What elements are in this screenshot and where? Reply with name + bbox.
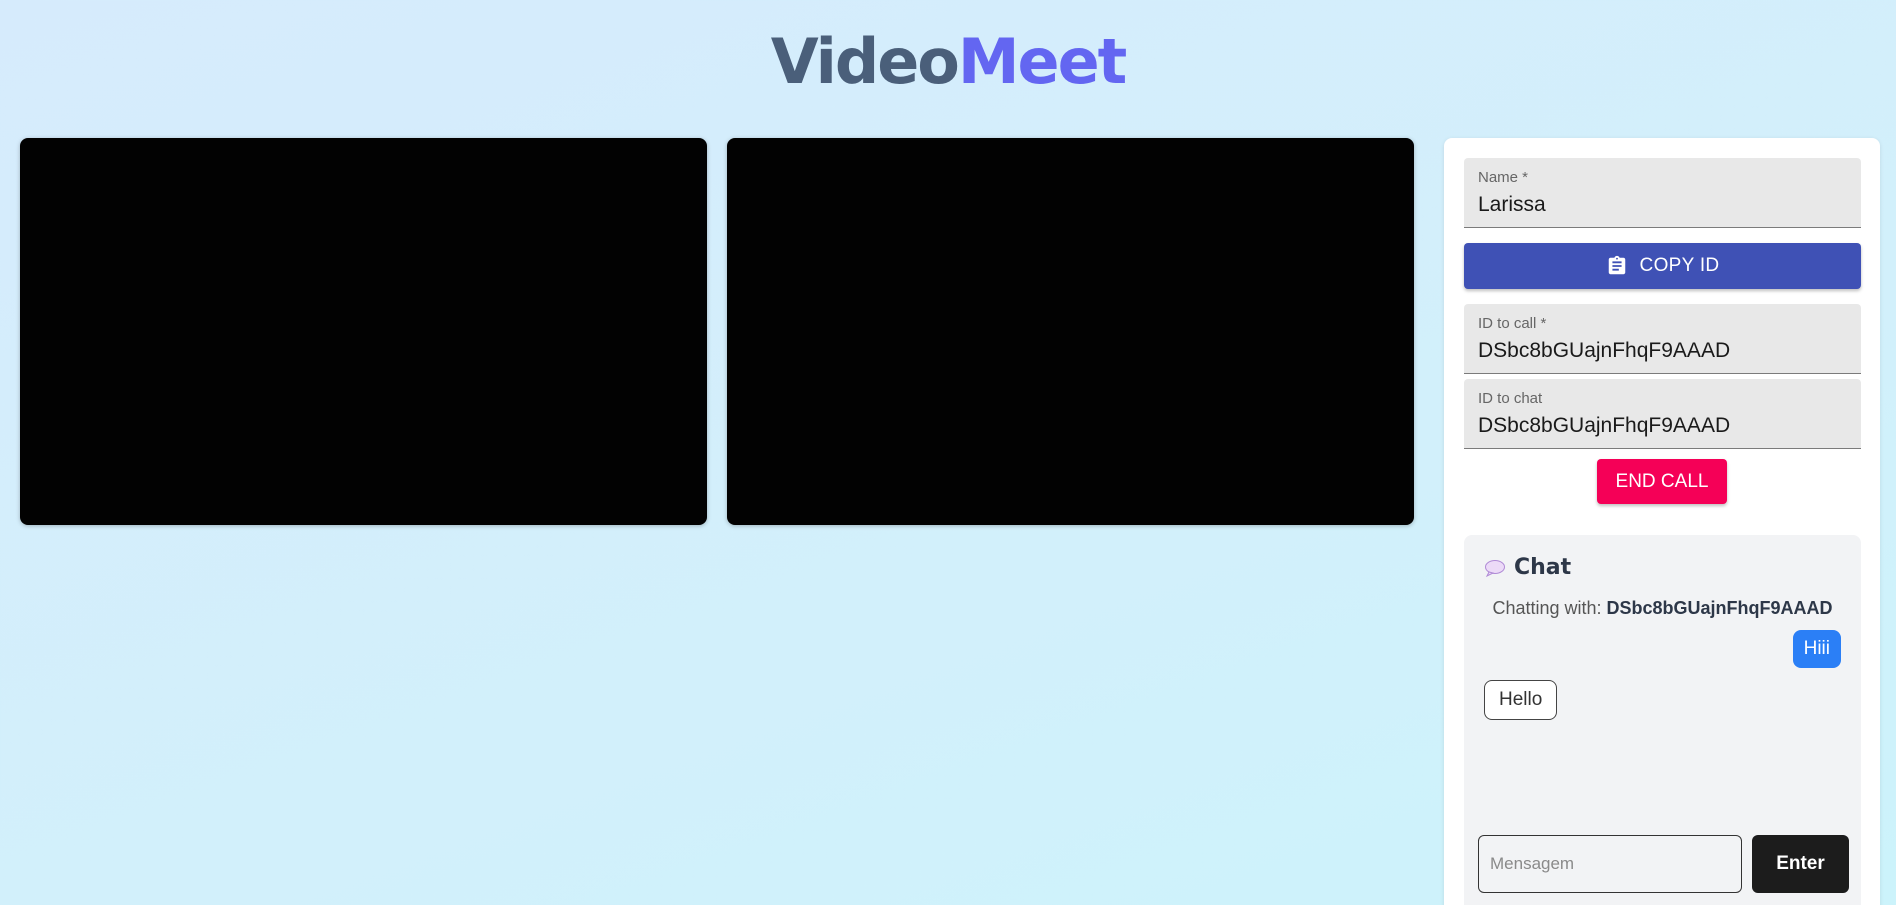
- id-to-call-input[interactable]: [1478, 339, 1848, 363]
- chatting-with-id: DSbc8bGUajnFhqF9AAAD: [1606, 598, 1833, 618]
- id-to-chat-label: ID to chat: [1478, 390, 1543, 407]
- id-to-chat-field[interactable]: ID to chat: [1464, 379, 1861, 449]
- remote-video: [727, 138, 1414, 525]
- name-field-label: Name *: [1478, 169, 1529, 186]
- clipboard-icon: [1608, 255, 1625, 275]
- app-title-part-2: Meet: [957, 25, 1127, 98]
- speech-bubble-icon: [1485, 559, 1505, 577]
- chatting-with: Chatting with: DSbc8bGUajnFhqF9AAAD: [1464, 598, 1861, 619]
- send-button[interactable]: Enter: [1752, 835, 1849, 893]
- chat-panel: Chat Chatting with: DSbc8bGUajnFhqF9AAAD…: [1464, 535, 1861, 905]
- chat-heading: Chat: [1484, 555, 1571, 580]
- copy-id-label: COPY ID: [1639, 255, 1720, 276]
- message-received: Hello: [1484, 680, 1558, 720]
- id-to-call-label: ID to call *: [1478, 315, 1547, 332]
- message-input[interactable]: [1478, 835, 1742, 893]
- copy-id-button[interactable]: COPY ID: [1464, 243, 1861, 289]
- app-title-part-1: Video: [770, 25, 960, 98]
- name-field[interactable]: Name *: [1464, 158, 1861, 228]
- id-to-chat-input[interactable]: [1478, 414, 1848, 438]
- id-to-call-field[interactable]: ID to call *: [1464, 304, 1861, 374]
- name-input[interactable]: [1478, 193, 1848, 217]
- message-sent: Hiii: [1792, 630, 1841, 668]
- local-video: [20, 138, 707, 525]
- chat-title: Chat: [1514, 555, 1572, 580]
- control-panel: Name * COPY ID ID to call * ID to chat E…: [1444, 138, 1880, 905]
- end-call-button[interactable]: END CALL: [1597, 459, 1727, 504]
- app-title: VideoMeet: [0, 22, 1896, 102]
- chatting-with-prefix: Chatting with:: [1492, 598, 1602, 618]
